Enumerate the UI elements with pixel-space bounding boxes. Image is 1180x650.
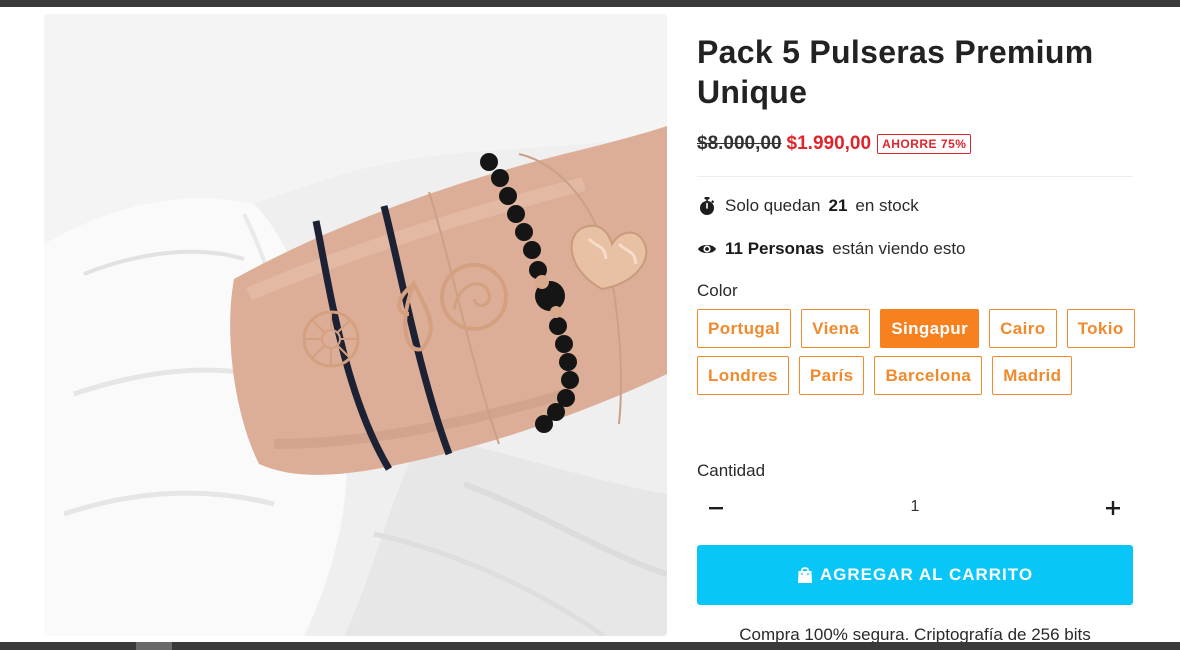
color-option-barcelona[interactable]: Barcelona — [874, 356, 983, 395]
product-title: Pack 5 Pulseras Premium Unique — [697, 34, 1094, 110]
viewers-count: 11 Personas — [725, 239, 825, 258]
stock-suffix: en stock — [855, 196, 919, 215]
quantity-input[interactable]: 1 — [697, 498, 1133, 516]
stock-indicator: Solo quedan 21 en stock — [697, 195, 919, 217]
color-label: Color — [697, 281, 738, 300]
color-options: Portugal Viena Singapur Cairo Tokio Lond… — [697, 309, 1137, 395]
color-option-viena[interactable]: Viena — [801, 309, 871, 348]
color-option-londres[interactable]: Londres — [697, 356, 789, 395]
quantity-stepper: 1 — [697, 490, 1133, 526]
top-strip — [0, 0, 1180, 7]
stopwatch-icon — [697, 196, 717, 216]
color-option-tokio[interactable]: Tokio — [1066, 309, 1135, 348]
color-option-portugal[interactable]: Portugal — [697, 309, 792, 348]
product-image[interactable] — [44, 14, 667, 636]
discount-badge: AHORRE 75% — [877, 134, 972, 154]
color-option-paris[interactable]: París — [798, 356, 865, 395]
add-to-cart-button[interactable]: AGREGAR AL CARRITO — [697, 545, 1133, 605]
viewers-suffix: están viendo esto — [832, 239, 966, 258]
divider — [697, 176, 1133, 177]
plus-icon — [1106, 501, 1120, 515]
bottom-strip — [0, 642, 1180, 650]
original-price: $8.000,00 — [697, 133, 782, 154]
stock-count: 21 — [828, 196, 848, 215]
color-option-cairo[interactable]: Cairo — [989, 309, 1057, 348]
quantity-label: Cantidad — [697, 461, 766, 480]
bracelets-photo — [44, 14, 667, 636]
price-row: $8.000,00 $1.990,00 AHORRE 75% — [697, 131, 972, 157]
eye-icon — [697, 239, 717, 259]
shopping-bag-icon — [797, 566, 813, 584]
color-option-madrid[interactable]: Madrid — [992, 356, 1073, 395]
add-to-cart-label: AGREGAR AL CARRITO — [819, 565, 1034, 584]
color-option-singapur[interactable]: Singapur — [880, 309, 980, 348]
quantity-increase-button[interactable] — [1095, 490, 1131, 526]
stock-prefix: Solo quedan — [725, 196, 821, 215]
viewers-indicator: 11 Personas están viendo esto — [697, 238, 966, 260]
sale-price: $1.990,00 — [786, 133, 872, 154]
